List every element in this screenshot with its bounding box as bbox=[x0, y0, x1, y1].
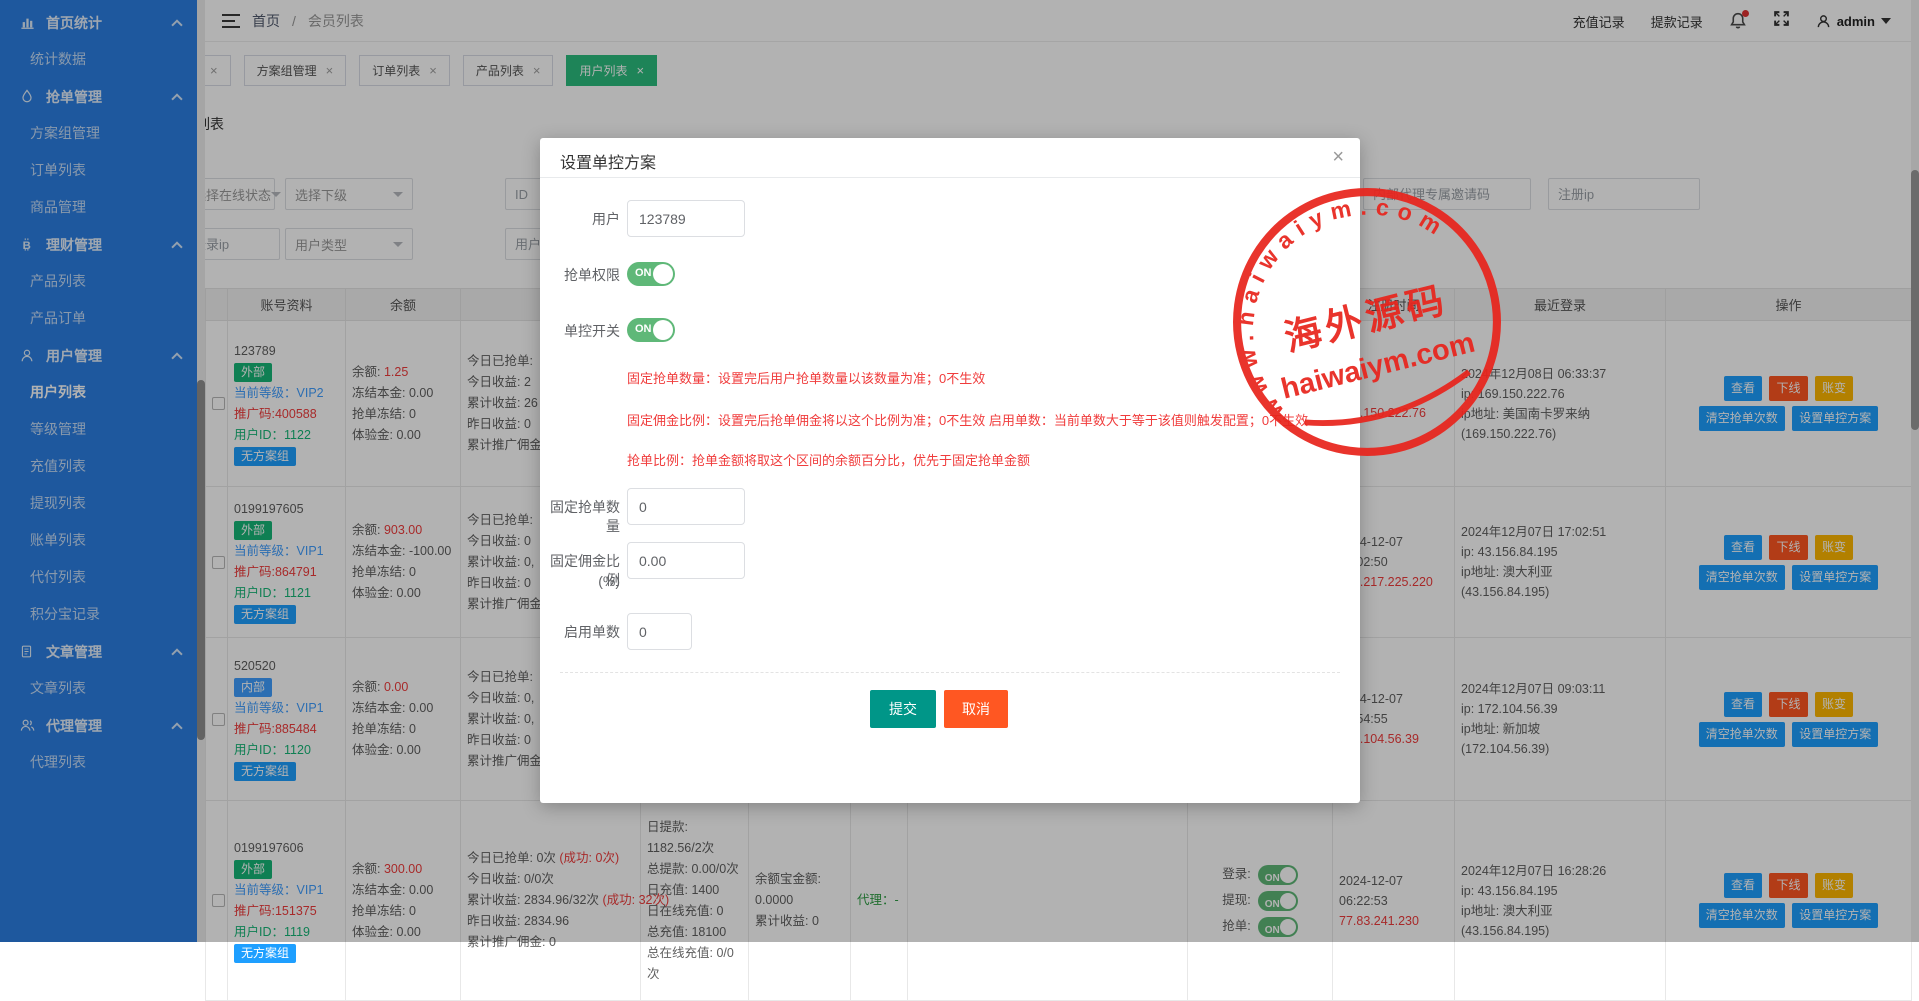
toggle-knob bbox=[653, 264, 673, 284]
close-icon[interactable]: × bbox=[1332, 146, 1344, 169]
single-control-label: 单控开关 bbox=[540, 322, 620, 341]
hint-fixed-count: 固定抢单数量：设置完后用户抢单数量以该数量为准；0不生效 bbox=[627, 368, 985, 387]
user-field-label: 用户 bbox=[540, 210, 620, 229]
grab-permission-label: 抢单权限 bbox=[540, 266, 620, 285]
fixed-count-input[interactable] bbox=[627, 488, 745, 525]
enable-count-label: 启用单数 bbox=[540, 623, 620, 642]
set-single-control-modal: 设置单控方案 × 用户 抢单权限 ON 单控开关 ON 固定抢单数量：设置完后用… bbox=[540, 138, 1360, 803]
fixed-count-label: 固定抢单数量 bbox=[540, 498, 620, 536]
user-field-input[interactable] bbox=[627, 200, 745, 237]
hint-fixed-rate: 固定佣金比例：设置完后抢单佣金将以这个比例为准；0不生效 启用单数：当前单数大于… bbox=[627, 410, 1308, 429]
fixed-rate-unit: (%) bbox=[540, 572, 620, 591]
divider bbox=[560, 672, 1340, 673]
submit-button[interactable]: 提交 bbox=[870, 690, 936, 728]
fixed-rate-input[interactable] bbox=[627, 542, 745, 579]
grab-permission-toggle[interactable]: ON bbox=[627, 262, 675, 286]
hint-grab-ratio: 抢单比例：抢单金额将取这个区间的余额百分比，优先于固定抢单金额 bbox=[627, 450, 1030, 469]
cancel-button[interactable]: 取消 bbox=[944, 690, 1008, 728]
modal-header: 设置单控方案 × bbox=[540, 138, 1360, 178]
plan-badge[interactable]: 无方案组 bbox=[234, 944, 296, 963]
modal-title: 设置单控方案 bbox=[560, 149, 656, 173]
toggle-knob bbox=[653, 320, 673, 340]
single-control-toggle[interactable]: ON bbox=[627, 318, 675, 342]
enable-count-input[interactable] bbox=[627, 613, 692, 650]
